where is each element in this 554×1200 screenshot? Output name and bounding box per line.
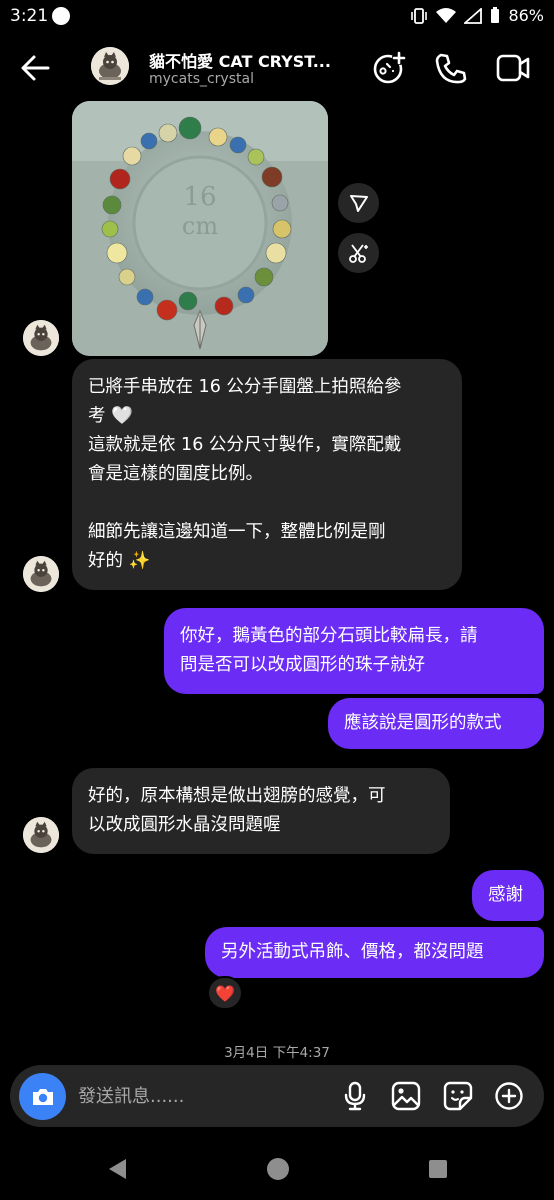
nav-home-button[interactable]	[265, 1156, 291, 1182]
message-line: 以改成圓形水晶沒問題喔	[88, 815, 281, 835]
chat-header: 貓不怕愛 CAT CRYST... mycats_crystal	[0, 40, 554, 96]
sticker-button[interactable]	[442, 1080, 474, 1112]
sticker-icon	[443, 1081, 473, 1111]
header-avatar[interactable]	[91, 47, 129, 85]
sender-avatar[interactable]	[23, 320, 59, 356]
paper-plane-icon	[349, 195, 368, 212]
sender-avatar[interactable]	[23, 556, 59, 592]
nav-recents-button[interactable]	[425, 1156, 451, 1182]
wifi-icon	[436, 7, 457, 23]
message-line: 另外活動式吊飾、價格，都沒問題	[221, 942, 484, 962]
square-recents-icon	[429, 1160, 447, 1178]
plus-circle-icon	[495, 1082, 523, 1110]
microphone-icon	[344, 1081, 366, 1111]
message-line: 好的，原本構想是做出翅膀的感覺，可	[88, 786, 386, 806]
video-camera-icon	[496, 54, 530, 82]
message-bubble-sent[interactable]: 另外活動式吊飾、價格，都沒問題	[205, 927, 544, 978]
signal-icon	[464, 7, 483, 24]
message-composer	[10, 1065, 544, 1127]
message-bubble-received[interactable]: 好的，原本構想是做出翅膀的感覺，可 以改成圓形水晶沒問題喔	[72, 768, 450, 854]
chat-username[interactable]: mycats_crystal	[149, 71, 254, 87]
scissors-icon	[348, 244, 368, 263]
voice-message-button[interactable]	[339, 1080, 371, 1112]
message-line: 考 🤍	[88, 406, 133, 426]
heart-reaction[interactable]: ❤️	[207, 976, 243, 1010]
message-bubble-sent[interactable]: 感謝	[472, 870, 544, 921]
cat-logo-icon	[23, 817, 59, 853]
status-icons: 86%	[410, 6, 544, 25]
nav-back-button[interactable]	[106, 1156, 132, 1182]
message-line: 會是這樣的圍度比例。	[88, 464, 263, 484]
cat-logo-icon	[23, 320, 59, 356]
phone-icon	[435, 53, 467, 84]
battery-percent: 86%	[508, 6, 544, 25]
message-input[interactable]	[78, 1083, 318, 1109]
message-line: 細節先讓這邊知道一下，整體比例是剛	[88, 522, 386, 542]
sparkle-plus-icon	[373, 51, 406, 84]
message-line: 應該說是圓形的款式	[344, 713, 502, 733]
camera-button[interactable]	[19, 1073, 66, 1120]
arrow-left-icon	[21, 55, 50, 81]
message-line: 這款就是依 16 公分尺寸製作，實際配戴	[88, 435, 402, 455]
message-bubble-sent[interactable]: 應該說是圓形的款式	[328, 698, 544, 749]
call-button[interactable]	[433, 50, 469, 86]
notification-dot-icon	[52, 7, 70, 25]
battery-icon	[491, 7, 500, 23]
message-bubble-sent[interactable]: 你好，鵝黃色的部分石頭比較扁長，請 問是否可以改成圓形的珠子就好	[164, 608, 544, 694]
vibrate-icon	[411, 7, 428, 24]
bracelet-image: 16 cm	[72, 101, 328, 356]
plate-stamp-number: 16	[183, 182, 216, 212]
circle-home-icon	[267, 1158, 289, 1180]
more-actions-button[interactable]	[493, 1080, 525, 1112]
message-line: 好的 ✨	[88, 551, 151, 571]
message-line: 已將手串放在 16 公分手圍盤上拍照給參	[88, 377, 402, 397]
gallery-button[interactable]	[390, 1080, 422, 1112]
sender-avatar[interactable]	[23, 817, 59, 853]
gallery-icon	[391, 1081, 421, 1111]
plate-stamp-unit: cm	[182, 212, 218, 240]
bracelet-photo[interactable]: 16 cm	[72, 101, 328, 356]
back-button[interactable]	[18, 52, 54, 84]
cat-logo-icon	[91, 47, 129, 85]
cat-logo-icon	[23, 556, 59, 592]
system-nav-bar	[0, 1140, 554, 1200]
chat-title[interactable]: 貓不怕愛 CAT CRYST...	[149, 48, 349, 72]
remix-button[interactable]	[338, 233, 379, 273]
triangle-back-icon	[109, 1159, 126, 1179]
message-line: 感謝	[488, 885, 523, 905]
message-line: 你好，鵝黃色的部分石頭比較扁長，請	[180, 626, 478, 646]
status-time: 3:21	[10, 6, 49, 26]
message-bubble-received[interactable]: 已將手串放在 16 公分手圍盤上拍照給參 考 🤍 這款就是依 16 公分尺寸製作…	[72, 359, 462, 590]
video-call-button[interactable]	[495, 50, 531, 86]
message-line: 問是否可以改成圓形的珠子就好	[180, 655, 425, 675]
share-button[interactable]	[338, 183, 379, 223]
message-line	[88, 489, 446, 518]
message-timestamp: 3月4日 下午4:37	[224, 1045, 330, 1061]
camera-icon	[32, 1088, 53, 1105]
effects-button[interactable]	[371, 50, 407, 86]
status-bar: 3:21 86%	[0, 0, 554, 34]
